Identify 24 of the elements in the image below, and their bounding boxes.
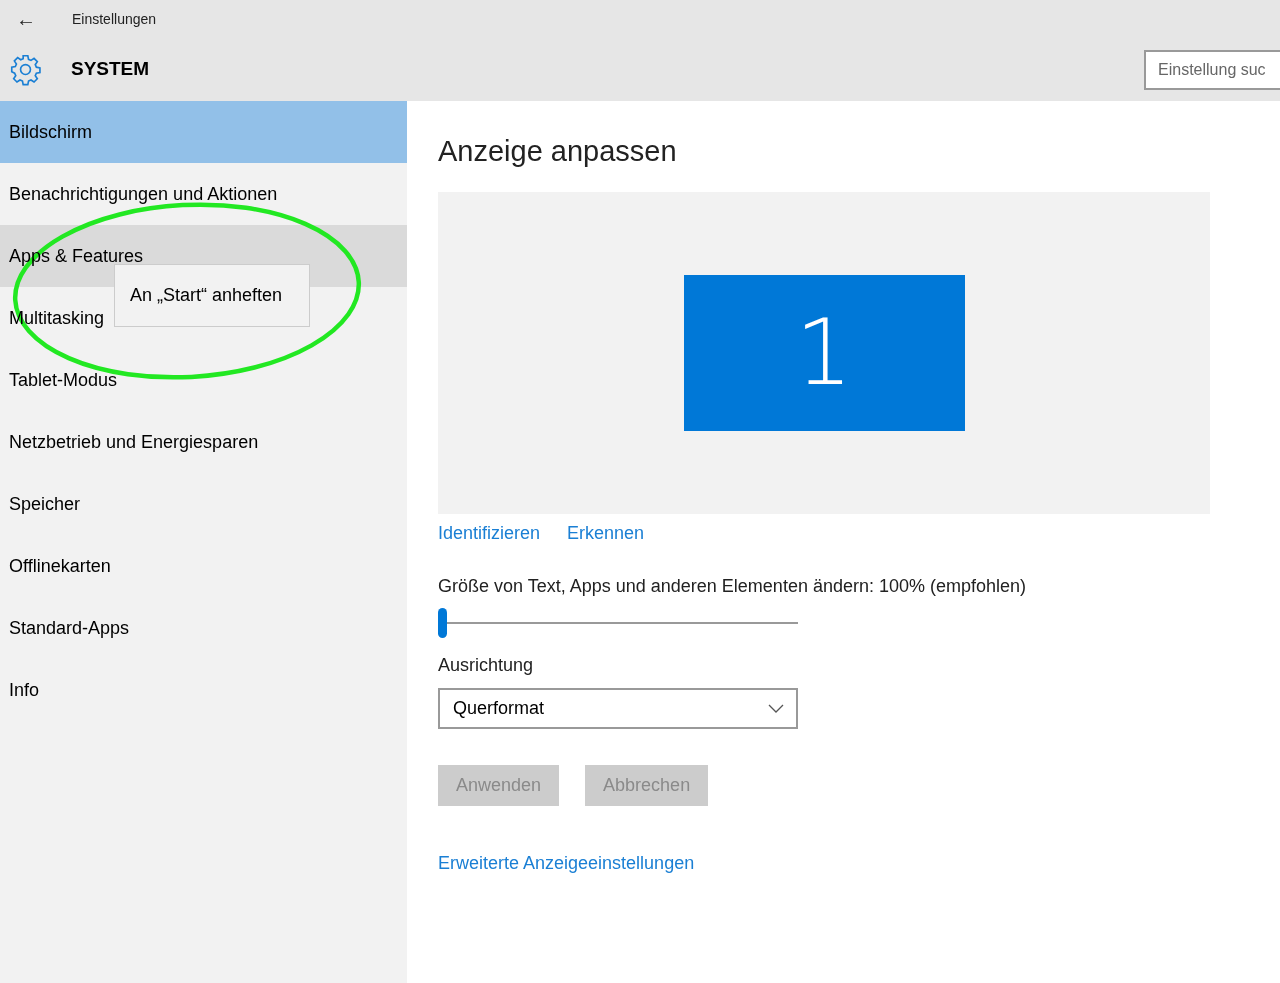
sidebar-item[interactable]: Speicher	[0, 473, 407, 535]
app-title: Einstellungen	[72, 9, 157, 29]
sidebar-item[interactable]: Bildschirm	[0, 101, 407, 163]
advanced-settings-link[interactable]: Erweiterte Anzeigeeinstellungen	[438, 850, 1280, 877]
scale-label: Größe von Text, Apps und anderen Elementen ändern: 100% (empfohlen)	[438, 575, 1028, 598]
link[interactable]: Erkennen	[567, 520, 645, 547]
link[interactable]: Identifizieren	[438, 520, 541, 547]
sidebar-item[interactable]: Tablet-Modus	[0, 349, 407, 411]
sidebar-item[interactable]: Info	[0, 659, 407, 721]
sidebar-item[interactable]: Netzbetrieb und Energiesparen	[0, 411, 407, 473]
sidebar-item[interactable]: Standard-Apps	[0, 597, 407, 659]
chevron-down-icon	[768, 703, 784, 714]
orientation-label: Ausrichtung	[438, 654, 535, 677]
page-title: Anzeige anpassen	[438, 134, 678, 169]
section-title: SYSTEM	[71, 57, 150, 82]
sidebar-item[interactable]: Benachrichtigungen und Aktionen	[0, 163, 407, 225]
slider-thumb[interactable]	[438, 608, 447, 638]
back-button[interactable]: ←	[0, 4, 52, 34]
search-field[interactable]: Einstellung suc	[1144, 49, 1280, 90]
gear-icon	[9, 53, 42, 86]
orientation-dropdown[interactable]: Querformat	[438, 688, 798, 729]
monitor-number: 1	[795, 308, 853, 398]
sidebar-item[interactable]: Offlinekarten	[0, 535, 407, 597]
monitor-tile[interactable]: 1	[683, 275, 965, 431]
